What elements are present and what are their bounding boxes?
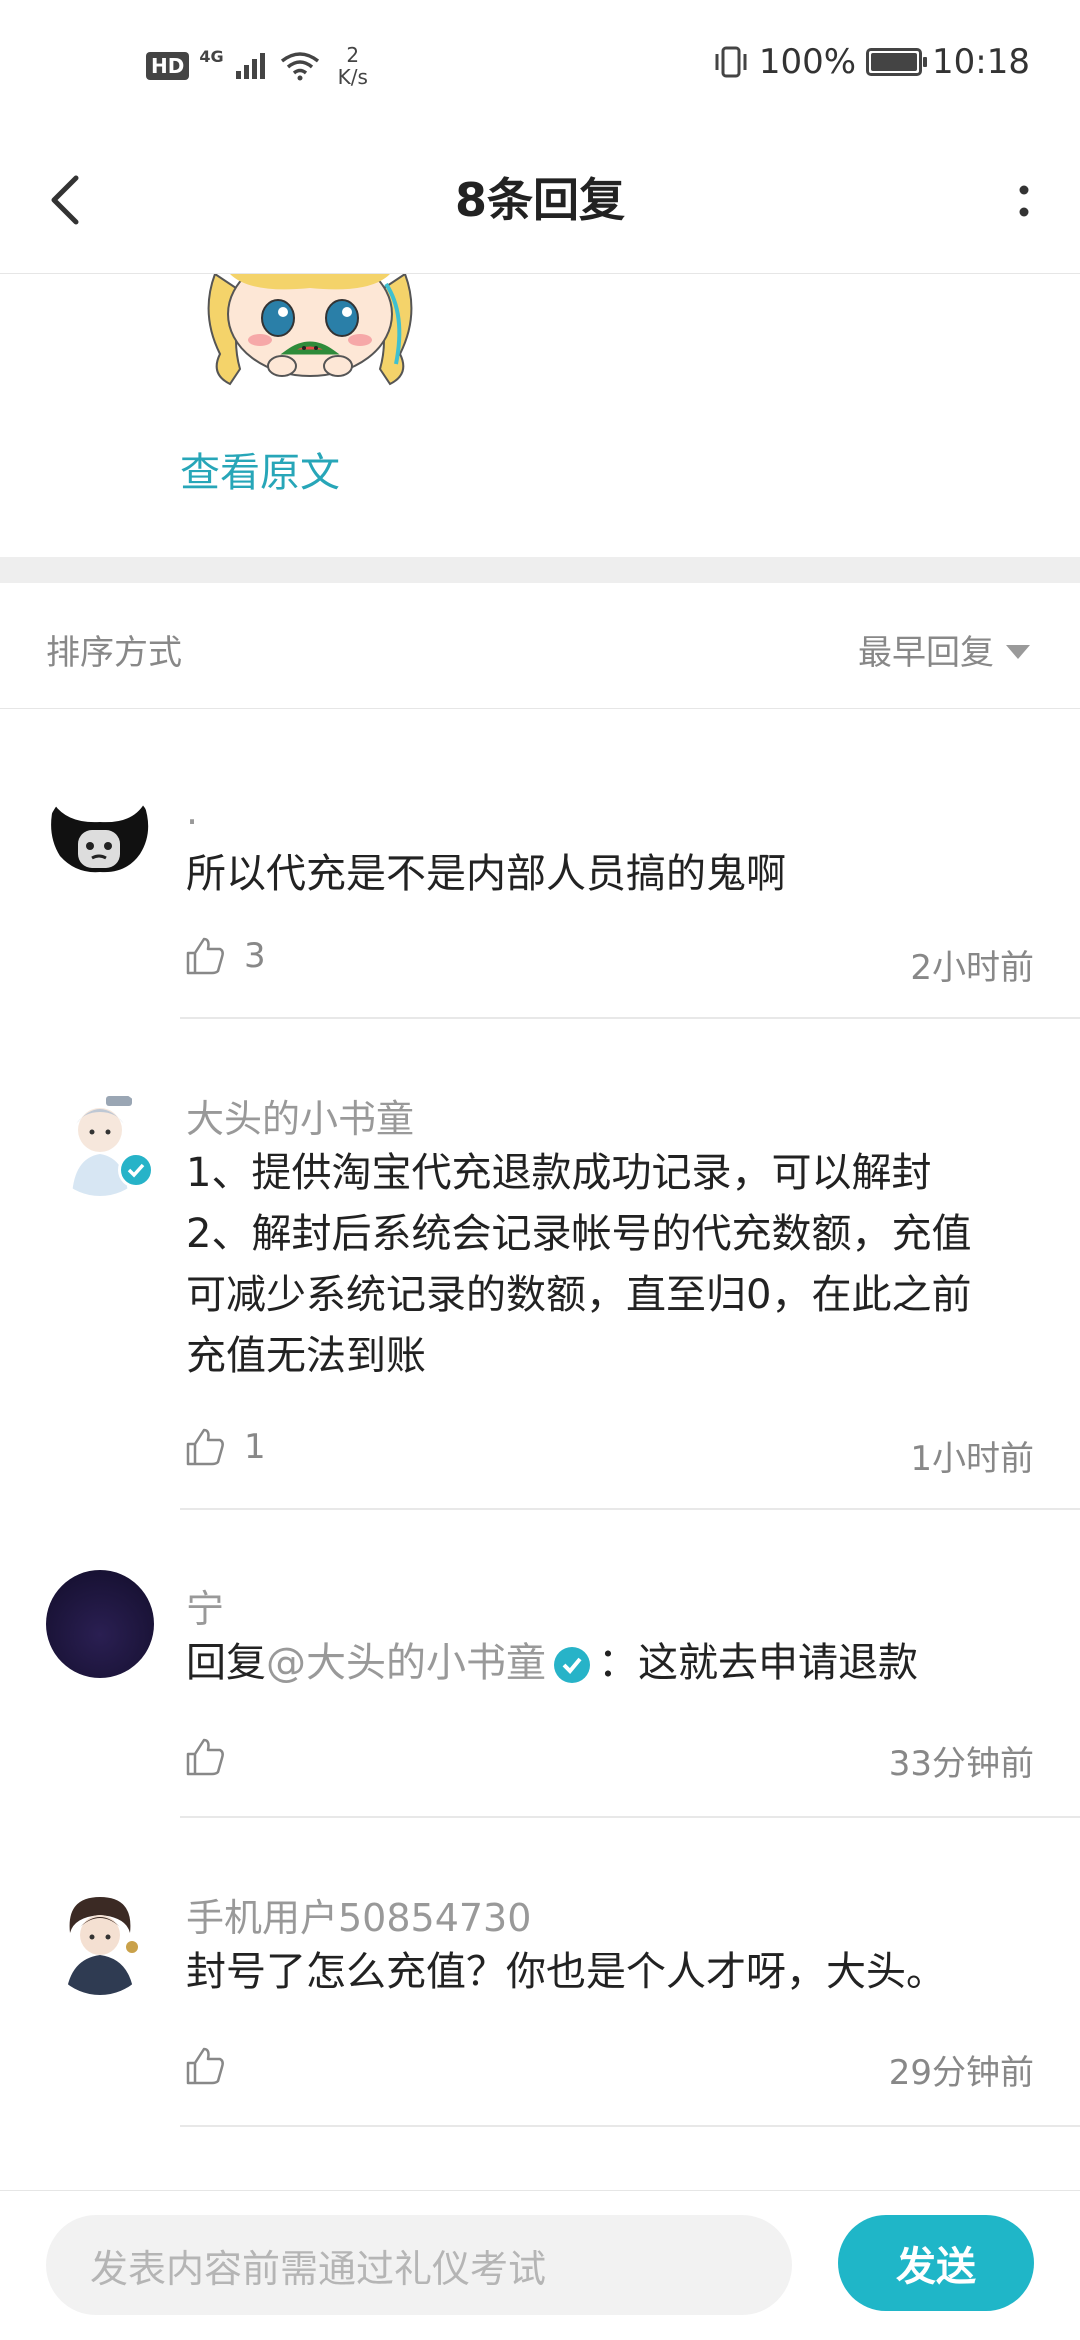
wifi-icon <box>280 52 319 81</box>
sticker-image <box>207 274 413 386</box>
mention-link[interactable]: @大头的小书童 <box>266 1640 546 1686</box>
reply-input[interactable]: 发表内容前需通过礼仪考试 <box>46 2215 792 2315</box>
battery-icon <box>866 48 928 76</box>
sort-label: 排序方式 <box>46 633 182 673</box>
divider <box>180 2125 1080 2127</box>
battery-fill <box>871 53 918 71</box>
dropdown-triangle-icon <box>1006 644 1030 659</box>
status-left: HD 4G 2 K/s <box>146 44 368 88</box>
divider <box>180 1508 1080 1510</box>
divider <box>180 1017 1080 1019</box>
like-count: 3 <box>244 936 266 976</box>
avatar-image <box>51 804 149 873</box>
comment-text: 所以代充是不是内部人员搞的鬼啊 <box>186 851 786 897</box>
comment-author[interactable]: 宁 <box>186 1578 224 1633</box>
net-speed-unit: K/s <box>337 65 368 89</box>
comment-time: 1小时前 <box>910 1439 1034 1479</box>
status-bar: HD 4G 2 K/s 100% 10:18 <box>0 0 1080 130</box>
comment-author[interactable]: . <box>186 789 198 833</box>
comment-line: 1、提供淘宝代充退款成功记录，可以解封 <box>186 1150 932 1196</box>
like-button[interactable]: 1 <box>184 1426 266 1468</box>
comment-time: 33分钟前 <box>888 1744 1034 1784</box>
comment-line: 可减少系统记录的数额，直至归0，在此之前 <box>186 1272 972 1318</box>
avatar-image <box>66 1897 138 1995</box>
comment-time: 2小时前 <box>910 948 1034 988</box>
like-count: 1 <box>244 1427 266 1467</box>
comment-text: 1、提供淘宝代充退款成功记录，可以解封 2、解封后系统会记录帐号的代充数额，充值… <box>186 1143 1036 1387</box>
page-title: 8条回复 <box>454 173 625 227</box>
avatar[interactable] <box>46 1570 154 1678</box>
comment-time: 29分钟前 <box>888 2053 1034 2093</box>
network-type: 4G <box>199 46 224 66</box>
hd-icon: HD <box>146 52 190 80</box>
view-original-link[interactable]: 查看原文 <box>180 440 340 498</box>
comment-line: 2、解封后系统会记录帐号的代充数额，充值 <box>186 1211 972 1257</box>
send-button[interactable]: 发送 <box>838 2215 1034 2311</box>
sort-bar: 排序方式 最早回复 <box>0 583 1080 709</box>
thumbs-up-icon <box>186 1428 224 1466</box>
comment-author[interactable]: 手机用户50854730 <box>186 1887 531 1942</box>
verified-badge-icon <box>118 1152 154 1188</box>
like-button[interactable] <box>184 1736 226 1778</box>
more-options-icon[interactable] <box>1014 178 1034 228</box>
reply-text: ：这就去申请退款 <box>598 1640 918 1686</box>
sort-dropdown[interactable]: 最早回复 <box>858 625 1030 674</box>
sort-value: 最早回复 <box>858 633 994 673</box>
thumbs-up-icon <box>186 937 224 975</box>
avatar[interactable] <box>46 1887 154 1995</box>
signal-icon <box>235 53 265 79</box>
vibrate-icon <box>715 46 747 78</box>
comment-text: 封号了怎么充值？你也是个人才呀，大头。 <box>186 1949 946 1995</box>
reply-prefix: 回复 <box>186 1640 266 1686</box>
like-button[interactable] <box>184 2045 226 2087</box>
title-bar: 8条回复 <box>0 130 1080 274</box>
comment-text: 回复@大头的小书童 ：这就去申请退款 <box>186 1633 1036 1694</box>
like-button[interactable]: 3 <box>184 935 266 977</box>
comment-author[interactable]: 大头的小书童 <box>186 1088 414 1143</box>
divider <box>180 1816 1080 1818</box>
verified-badge-icon <box>554 1647 590 1683</box>
battery-percent: 100% <box>758 42 857 82</box>
net-speed: 2 K/s <box>338 44 368 88</box>
thumbs-up-icon <box>186 2047 224 2085</box>
section-divider <box>0 557 1080 583</box>
status-right: 100% 10:18 <box>713 42 1030 82</box>
clock: 10:18 <box>932 42 1030 82</box>
avatar[interactable] <box>46 784 154 892</box>
thumbs-up-icon <box>186 1738 224 1776</box>
composer-bar: 发表内容前需通过礼仪考试 发送 <box>0 2190 1080 2340</box>
comment-line: 充值无法到账 <box>186 1333 426 1379</box>
net-speed-value: 2 <box>346 43 360 67</box>
